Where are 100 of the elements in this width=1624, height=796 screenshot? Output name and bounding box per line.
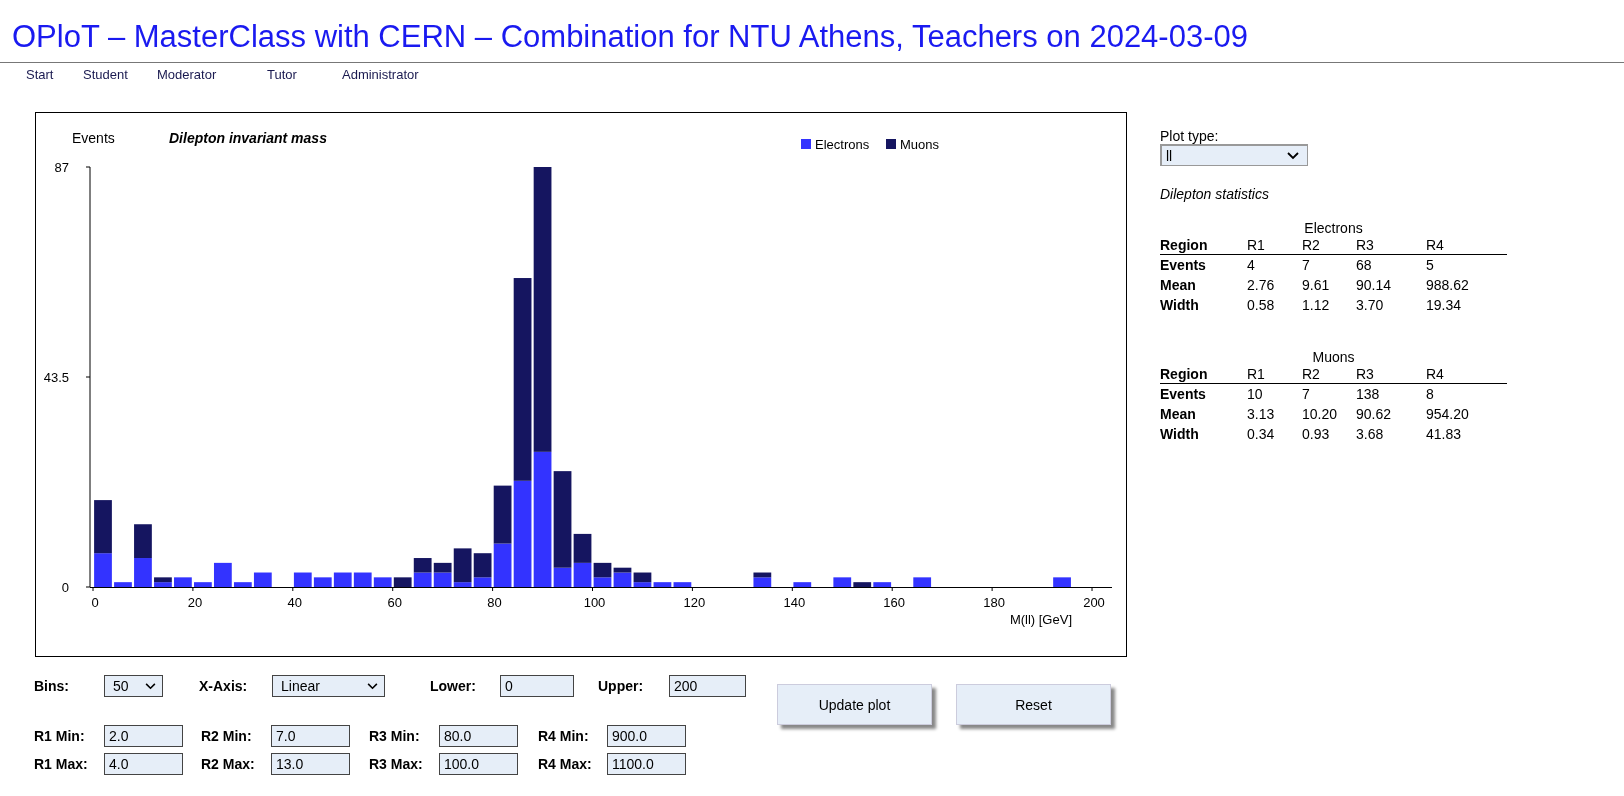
row-header: Width [1160,424,1247,444]
table-cell-text: 954.20 [1426,405,1470,424]
table-cell: 0.93 [1302,424,1356,444]
row-header: Mean [1160,275,1247,295]
table-cell: 3.68 [1356,424,1426,444]
input-field[interactable]: 7.0 [271,725,350,747]
input-field[interactable]: 900.0 [607,725,686,747]
table-cell: 2.76 [1247,275,1302,295]
x-tick-label: 120 [683,595,706,610]
nav-link[interactable]: Student [83,67,157,82]
chevron-icon [367,682,378,690]
histogram-bar [413,558,432,573]
table-cell: 9.61 [1302,275,1356,295]
table-cell: 4 [1247,254,1302,275]
y-tick-label: 87 [54,160,69,175]
action-button[interactable]: Update plot [777,684,932,725]
table-cell-text: 3.70 [1356,296,1385,315]
column-header: R4 [1426,236,1507,255]
x-tick-label: 180 [983,595,1005,610]
input-field[interactable]: 0 [500,675,574,697]
histogram-bar [134,524,152,559]
x-tick-label: 160 [883,595,906,610]
x-tick-label: 0 [91,595,99,610]
chevron-icon [1287,151,1299,160]
histogram-bar [1053,577,1071,587]
dropdown-field[interactable]: 50 [104,675,163,697]
table-cell-text: 0.58 [1247,296,1276,315]
histogram-bar [913,577,932,587]
input-field[interactable]: 80.0 [439,725,518,747]
region-label: R4 Max: [538,756,593,772]
histogram-bar [114,582,132,587]
row-header: Mean [1160,404,1247,424]
input-field[interactable]: 200 [669,675,746,697]
column-header: R2 [1302,365,1356,384]
table-cell-text: 19.34 [1426,296,1463,315]
chevron-icon [145,682,156,690]
input-field[interactable]: 1100.0 [607,753,686,775]
table-cell: 90.62 [1356,404,1426,424]
y-tick-label: 0 [61,580,69,595]
column-header: R3 [1356,365,1426,384]
table-cell-text: 988.62 [1426,276,1470,295]
nav-link[interactable]: Moderator [157,67,267,82]
setting-label: Upper: [598,678,645,694]
nav-link[interactable]: Tutor [267,67,342,82]
input-field[interactable]: 4.0 [104,753,183,775]
histogram-bar [793,582,812,587]
column-header: R4 [1426,365,1507,384]
row-header: Width [1160,295,1247,315]
y-tick-label: 43.5 [43,370,69,385]
x-tick-label: 100 [583,595,606,610]
table-cell: 8 [1426,383,1507,404]
table-cell: 90.14 [1356,275,1426,295]
setting-label: Bins: [34,678,70,694]
region-label: R4 Min: [538,728,590,744]
x-axis-label: M(ll) [GeV] [1009,612,1072,627]
page-title: OPloT – MasterClass with CERN – Combination for NTU Athens, Teachers on 2024-03-09 [11,18,1249,56]
table-cell: 5 [1426,254,1507,275]
histogram-bar [134,558,152,587]
column-header: R3 [1356,236,1426,255]
legend-label: Muons [900,137,940,152]
plot-type-label: Plot type: [1160,128,1220,144]
table-cell: 0.34 [1247,424,1302,444]
legend-label: Electrons [815,137,870,152]
region-label: R3 Max: [369,756,424,772]
table-cell: 10 [1247,383,1302,404]
table-cell-text: 41.83 [1426,425,1463,444]
column-header: Region [1160,236,1247,255]
table-title: Muons [1311,349,1356,365]
y-axis-label: Events [72,130,115,146]
nav-link[interactable]: Start [26,67,83,82]
region-label: R1 Min: [34,728,86,744]
table-title: Electrons [1303,220,1364,236]
x-tick-label: 40 [287,595,303,610]
chart-title: Dilepton invariant mass [169,130,327,146]
nav-link[interactable]: Administrator [342,67,419,82]
input-field[interactable]: 100.0 [439,753,518,775]
input-field[interactable]: 2.0 [104,725,183,747]
row-header: Events [1160,383,1247,404]
x-tick-label: 20 [187,595,203,610]
table-cell: 7 [1302,383,1356,404]
region-label: R2 Max: [201,756,256,772]
column-header: Region [1160,365,1247,384]
dropdown-field[interactable]: Linear [272,675,385,697]
region-label: R2 Min: [201,728,253,744]
x-tick-label: 80 [487,595,502,610]
x-tick-label: 140 [783,595,806,610]
table-cell: 1.12 [1302,295,1356,315]
x-tick-label: 60 [387,595,402,610]
input-field[interactable]: 13.0 [271,753,350,775]
plot-type-select[interactable]: ll [1160,144,1308,166]
table-cell: 7 [1302,254,1356,275]
table-cell: 138 [1356,383,1426,404]
region-label: R1 Max: [34,756,89,772]
histogram-bar [174,577,192,587]
column-header: R2 [1302,236,1356,255]
region-label: R3 Min: [369,728,421,744]
action-button[interactable]: Reset [956,684,1111,725]
table-cell: 68 [1356,254,1426,275]
column-header: R1 [1247,236,1302,255]
histogram-bar [194,582,212,587]
